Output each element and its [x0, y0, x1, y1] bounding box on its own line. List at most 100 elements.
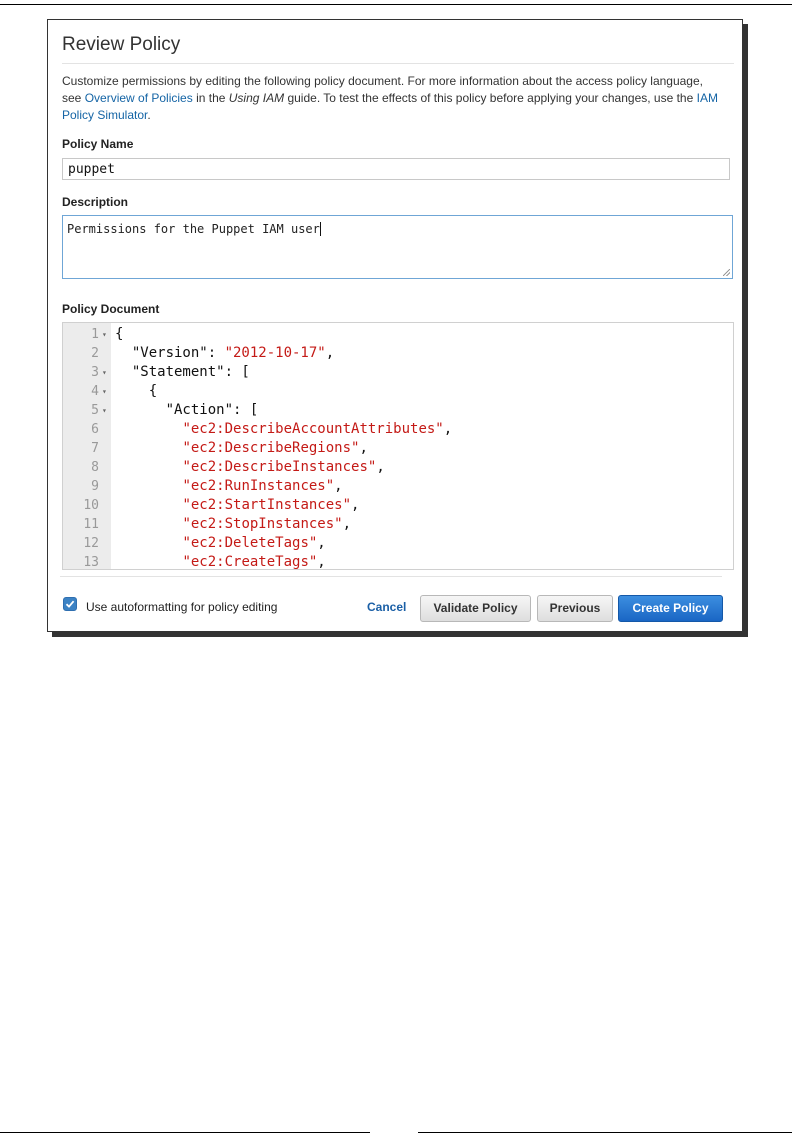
code-line: 2 "Version": "2012-10-17", [63, 344, 733, 363]
code-text: { [115, 325, 123, 344]
line-number: 10 [83, 498, 99, 513]
code-string: "ec2:StartInstances" [182, 497, 352, 513]
code-token: , [334, 478, 343, 494]
code-string: "ec2:RunInstances" [182, 478, 335, 494]
code-line: 4 ▾ { [63, 382, 733, 401]
code-string: "ec2:DeleteTags" [182, 535, 318, 551]
code-line: 5 ▾ "Action": [ [63, 401, 733, 420]
page-bottom-rule [418, 1132, 792, 1133]
code-text: "Statement": [ [115, 363, 250, 382]
code-token: { [115, 383, 158, 399]
code-line: 8 "ec2:DescribeInstances", [63, 458, 733, 477]
overview-of-policies-link[interactable]: Overview of Policies [85, 91, 193, 105]
code-string: "2012-10-17" [224, 345, 326, 361]
code-line: 10 "ec2:StartInstances", [63, 496, 733, 515]
code-token: , [376, 459, 385, 475]
create-policy-button[interactable]: Create Policy [618, 595, 723, 622]
description-textarea[interactable]: Permissions for the Puppet IAM user [62, 215, 733, 279]
fold-arrow-icon[interactable]: ▾ [102, 401, 107, 420]
intro-text-part: in the [192, 91, 229, 105]
line-number: 9 [91, 479, 99, 494]
code-text: "ec2:DeleteTags", [115, 534, 326, 553]
line-number: 8 [91, 460, 99, 475]
line-number: 1 [91, 327, 99, 342]
review-policy-dialog: Review Policy Customize permissions by e… [47, 19, 743, 632]
line-number: 13 [83, 555, 99, 570]
code-string: "ec2:CreateTags" [182, 554, 318, 570]
fold-arrow-icon[interactable]: ▾ [102, 325, 107, 344]
line-number: 6 [91, 422, 99, 437]
policy-name-input[interactable]: puppet [62, 158, 730, 180]
code-text: "ec2:RunInstances", [115, 477, 343, 496]
code-token: , [351, 497, 360, 513]
code-string: "ec2:StopInstances" [182, 516, 343, 532]
code-token: , [317, 535, 326, 551]
footer-divider [60, 576, 722, 577]
code-text: { [115, 382, 157, 401]
code-string: "ec2:DescribeInstances" [182, 459, 377, 475]
line-number: 3 [91, 365, 99, 380]
autoformat-checkbox[interactable] [63, 597, 77, 611]
code-string: "ec2:DescribeAccountAttributes" [182, 421, 444, 437]
fold-arrow-icon[interactable]: ▾ [102, 363, 107, 382]
title-divider [62, 63, 734, 64]
using-iam-text: Using IAM [228, 91, 285, 105]
policy-document-label: Policy Document [62, 302, 160, 316]
autoformat-label: Use autoformatting for policy editing [86, 600, 278, 614]
description-value: Permissions for the Puppet IAM user [67, 222, 320, 236]
text-caret [319, 222, 321, 236]
code-string: "ec2:DescribeRegions" [182, 440, 360, 456]
code-line: 7 "ec2:DescribeRegions", [63, 439, 733, 458]
line-number: 5 [91, 403, 99, 418]
policy-document-editor[interactable]: 1 ▾{2 "Version": "2012-10-17", 3 ▾ "Stateme… [62, 322, 734, 570]
code-token: "Version": [115, 345, 225, 361]
previous-button[interactable]: Previous [537, 595, 613, 622]
code-line: 3 ▾ "Statement": [ [63, 363, 733, 382]
code-line: 13 "ec2:CreateTags", [63, 553, 733, 570]
checkmark-icon [65, 600, 75, 608]
code-token: , [317, 554, 326, 570]
code-token: , [325, 345, 335, 361]
intro-text: Customize permissions by editing the fol… [62, 73, 722, 124]
resize-grip-icon[interactable] [723, 269, 730, 276]
code-line: 6 "ec2:DescribeAccountAttributes", [63, 420, 733, 439]
line-number: 2 [91, 346, 99, 361]
page-bottom-rule [0, 1132, 370, 1133]
code-token: "Statement": [ [115, 364, 250, 380]
code-text: "ec2:CreateTags", [115, 553, 326, 570]
dialog-title: Review Policy [62, 34, 181, 55]
line-number: 11 [83, 517, 99, 532]
code-text: "ec2:DescribeAccountAttributes", [115, 420, 452, 439]
code-token: , [443, 421, 453, 437]
intro-text-part: . [147, 108, 151, 122]
fold-arrow-icon[interactable]: ▾ [102, 382, 107, 401]
code-line: 9 "ec2:RunInstances", [63, 477, 733, 496]
cancel-button[interactable]: Cancel [367, 600, 406, 614]
page-top-rule [0, 4, 792, 5]
description-label: Description [62, 195, 129, 209]
code-line: 12 "ec2:DeleteTags", [63, 534, 733, 553]
line-number: 4 [91, 384, 99, 399]
validate-policy-button[interactable]: Validate Policy [420, 595, 531, 622]
code-text: "ec2:DescribeInstances", [115, 458, 385, 477]
line-number: 7 [91, 441, 99, 456]
intro-text-part: guide. To test the effects of this polic… [284, 91, 697, 105]
line-number: 12 [83, 536, 99, 551]
code-text: "ec2:StartInstances", [115, 496, 359, 515]
code-line: 1 ▾ { [63, 325, 733, 344]
code-text: "ec2:DescribeRegions", [115, 439, 368, 458]
code-text: "ec2:StopInstances", [115, 515, 351, 534]
code-token: { [115, 326, 124, 342]
code-token: , [359, 440, 368, 456]
code-line: 11 "ec2:StopInstances", [63, 515, 733, 534]
code-text: "Action": [ [115, 401, 259, 420]
code-token: , [342, 516, 352, 532]
